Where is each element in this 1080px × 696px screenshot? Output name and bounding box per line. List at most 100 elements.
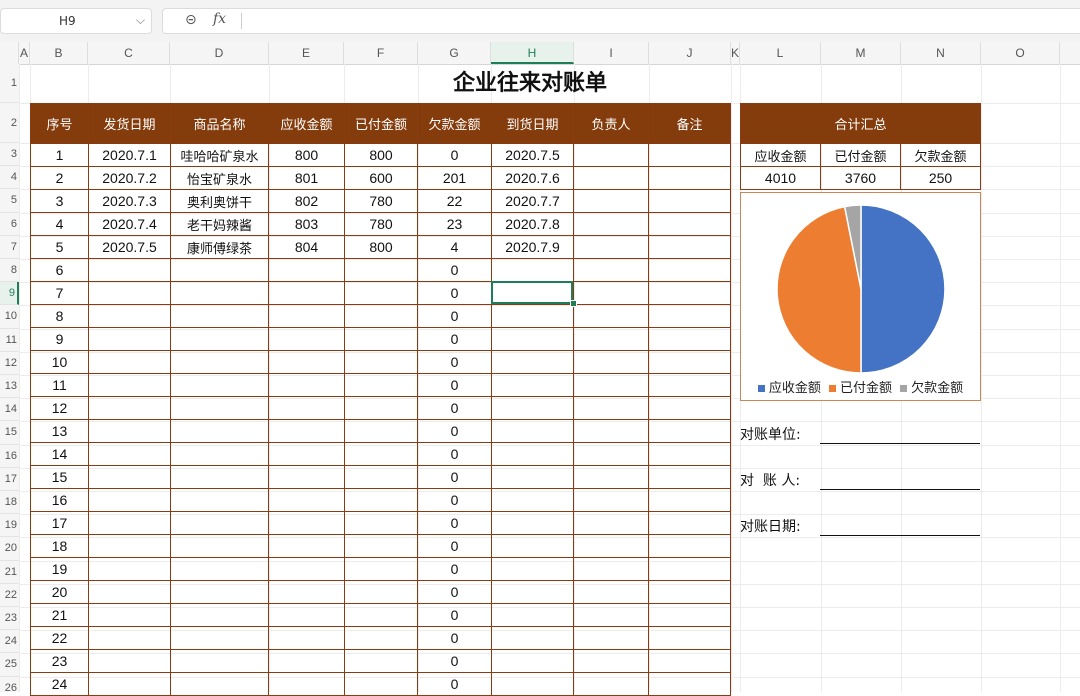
table-cell[interactable] — [268, 465, 345, 489]
column-header-l[interactable]: L — [740, 42, 821, 64]
table-cell[interactable] — [648, 465, 731, 489]
table-cell[interactable] — [344, 672, 418, 696]
table-cell[interactable] — [268, 580, 345, 604]
row-header-21[interactable]: 21 — [0, 561, 19, 584]
row-header-10[interactable]: 10 — [0, 305, 19, 329]
table-cell[interactable] — [491, 649, 574, 673]
column-header-h[interactable]: H — [491, 42, 574, 64]
table-cell[interactable]: 2020.7.4 — [88, 212, 171, 236]
name-box[interactable]: H9 ⌵ — [0, 8, 152, 34]
table-cell[interactable] — [268, 488, 345, 512]
table-cell[interactable] — [648, 626, 731, 650]
function-icon[interactable]: fx — [213, 11, 226, 27]
table-cell[interactable] — [170, 511, 269, 535]
table-cell[interactable]: 哇哈哈矿泉水 — [170, 143, 269, 167]
column-header-a[interactable]: A — [19, 42, 30, 64]
table-cell[interactable] — [491, 304, 574, 328]
table-cell[interactable] — [573, 143, 649, 167]
table-cell[interactable]: 13 — [30, 419, 89, 443]
table-cell[interactable] — [344, 626, 418, 650]
row-header-24[interactable]: 24 — [0, 630, 19, 654]
table-cell[interactable] — [88, 534, 171, 558]
table-cell[interactable]: 0 — [417, 327, 492, 351]
table-cell[interactable] — [170, 488, 269, 512]
reconcile-person-line[interactable] — [820, 489, 980, 490]
table-cell[interactable] — [491, 465, 574, 489]
table-cell[interactable]: 0 — [417, 419, 492, 443]
table-cell[interactable]: 23 — [30, 649, 89, 673]
table-cell[interactable] — [88, 465, 171, 489]
table-cell[interactable] — [344, 511, 418, 535]
table-cell[interactable] — [170, 649, 269, 673]
row-header-16[interactable]: 16 — [0, 445, 19, 468]
table-cell[interactable]: 老干妈辣酱 — [170, 212, 269, 236]
table-cell[interactable]: 2020.7.6 — [491, 166, 574, 190]
table-cell[interactable] — [491, 580, 574, 604]
table-cell[interactable] — [648, 166, 731, 190]
column-title[interactable]: 备注 — [648, 103, 731, 144]
table-cell[interactable]: 4 — [30, 212, 89, 236]
table-cell[interactable] — [344, 419, 418, 443]
table-cell[interactable] — [573, 649, 649, 673]
table-cell[interactable]: 0 — [417, 396, 492, 420]
table-cell[interactable] — [268, 649, 345, 673]
table-cell[interactable] — [491, 396, 574, 420]
table-cell[interactable] — [491, 488, 574, 512]
table-cell[interactable] — [573, 258, 649, 282]
table-cell[interactable]: 康师傅绿茶 — [170, 235, 269, 259]
table-cell[interactable] — [88, 672, 171, 696]
table-cell[interactable] — [268, 626, 345, 650]
table-cell[interactable]: 9 — [30, 327, 89, 351]
row-header-25[interactable]: 25 — [0, 653, 19, 677]
table-cell[interactable]: 1 — [30, 143, 89, 167]
table-cell[interactable] — [88, 373, 171, 397]
table-cell[interactable] — [170, 396, 269, 420]
table-cell[interactable] — [344, 350, 418, 374]
table-cell[interactable] — [88, 258, 171, 282]
row-header-6[interactable]: 6 — [0, 213, 19, 236]
reconcile-date-line[interactable] — [820, 535, 980, 536]
column-header-c[interactable]: C — [88, 42, 170, 64]
table-cell[interactable]: 0 — [417, 465, 492, 489]
table-cell[interactable]: 2020.7.1 — [88, 143, 171, 167]
table-cell[interactable] — [170, 419, 269, 443]
table-cell[interactable] — [491, 557, 574, 581]
table-cell[interactable]: 21 — [30, 603, 89, 627]
table-cell[interactable] — [170, 327, 269, 351]
select-all-corner[interactable] — [0, 42, 19, 64]
table-cell[interactable] — [268, 258, 345, 282]
table-cell[interactable] — [648, 189, 731, 213]
table-cell[interactable]: 11 — [30, 373, 89, 397]
table-cell[interactable] — [491, 419, 574, 443]
table-cell[interactable]: 803 — [268, 212, 345, 236]
column-title[interactable]: 负责人 — [573, 103, 649, 144]
table-cell[interactable] — [88, 350, 171, 374]
table-cell[interactable] — [573, 327, 649, 351]
table-cell[interactable]: 2020.7.5 — [491, 143, 574, 167]
table-cell[interactable] — [88, 442, 171, 466]
table-cell[interactable] — [491, 672, 574, 696]
table-cell[interactable]: 2020.7.5 — [88, 235, 171, 259]
table-cell[interactable] — [88, 396, 171, 420]
table-cell[interactable] — [573, 511, 649, 535]
table-cell[interactable] — [491, 511, 574, 535]
table-cell[interactable]: 804 — [268, 235, 345, 259]
table-cell[interactable] — [648, 511, 731, 535]
table-cell[interactable] — [573, 419, 649, 443]
table-cell[interactable] — [268, 396, 345, 420]
table-cell[interactable] — [344, 258, 418, 282]
table-cell[interactable] — [573, 304, 649, 328]
table-cell[interactable]: 怡宝矿泉水 — [170, 166, 269, 190]
table-cell[interactable]: 0 — [417, 580, 492, 604]
table-cell[interactable] — [491, 258, 574, 282]
fill-handle[interactable] — [570, 300, 577, 307]
table-cell[interactable] — [344, 281, 418, 305]
table-cell[interactable] — [648, 442, 731, 466]
table-cell[interactable] — [170, 557, 269, 581]
row-header-15[interactable]: 15 — [0, 421, 19, 445]
reconcile-unit-line[interactable] — [820, 443, 980, 444]
table-cell[interactable]: 0 — [417, 350, 492, 374]
row-header-20[interactable]: 20 — [0, 537, 19, 561]
table-cell[interactable]: 0 — [417, 603, 492, 627]
table-cell[interactable] — [573, 281, 649, 305]
